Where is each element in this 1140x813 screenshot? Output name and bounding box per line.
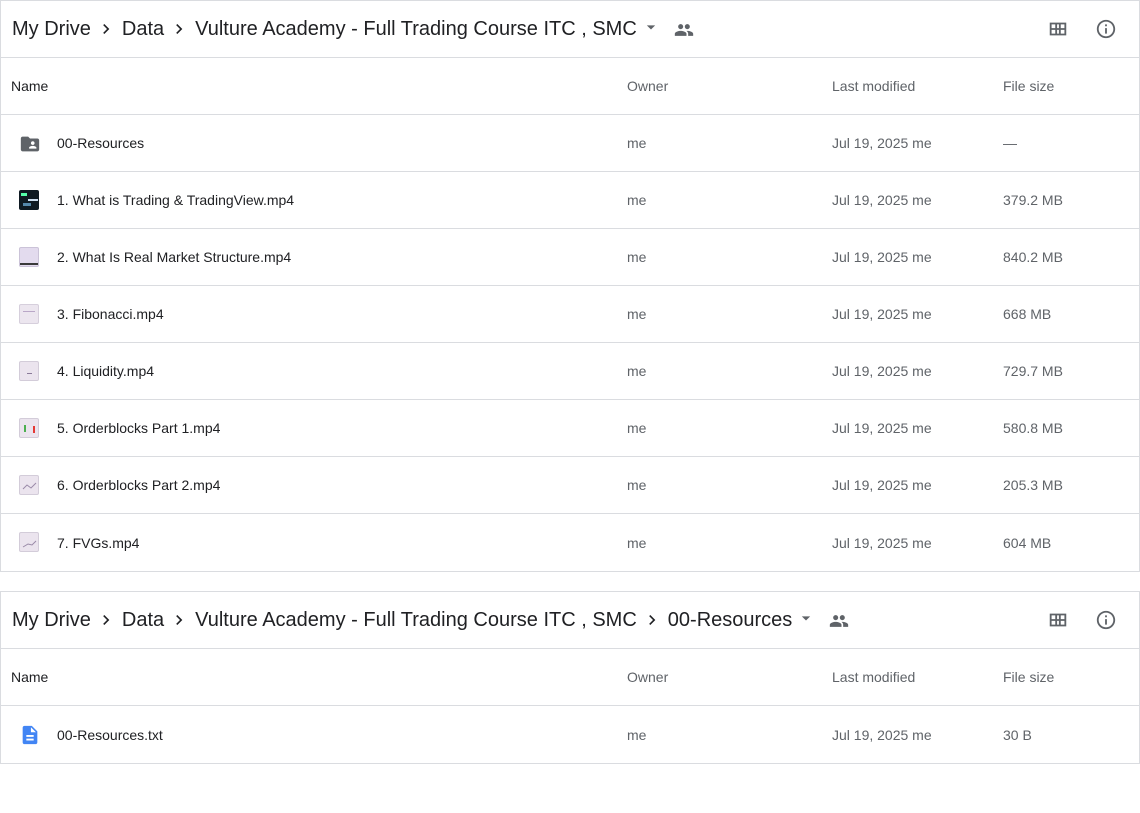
file-size: 30 B bbox=[1003, 726, 1032, 743]
file-modified: Jul 19, 2025 me bbox=[832, 420, 932, 436]
table-row[interactable]: 2. What Is Real Market Structure.mp4 me … bbox=[1, 229, 1139, 286]
grid-view-icon[interactable] bbox=[1047, 17, 1069, 39]
file-owner: me bbox=[627, 306, 647, 322]
file-modified: Jul 19, 2025 me bbox=[832, 726, 932, 743]
file-modified: Jul 19, 2025 me bbox=[832, 477, 932, 493]
dropdown-caret-icon[interactable] bbox=[641, 17, 661, 37]
file-name: 00-Resources.txt bbox=[57, 726, 163, 743]
file-name: 5. Orderblocks Part 1.mp4 bbox=[57, 420, 221, 436]
shared-people-icon[interactable] bbox=[674, 20, 694, 40]
table-row[interactable]: 00-Resources me Jul 19, 2025 me — bbox=[1, 115, 1139, 172]
chevron-right-icon bbox=[169, 19, 189, 39]
breadcrumb-my-drive[interactable]: My Drive bbox=[12, 18, 91, 41]
file-size: 604 MB bbox=[1003, 534, 1052, 551]
table-row[interactable]: 4. Liquidity.mp4 me Jul 19, 2025 me 729.… bbox=[1, 343, 1139, 400]
breadcrumb-current-folder[interactable]: 00-Resources bbox=[668, 609, 793, 632]
table-row[interactable]: 1. What is Trading & TradingView.mp4 me … bbox=[1, 172, 1139, 229]
video-thumbnail bbox=[19, 475, 39, 495]
file-modified: Jul 19, 2025 me bbox=[832, 249, 932, 265]
file-modified: Jul 19, 2025 me bbox=[832, 192, 932, 208]
header-actions bbox=[1047, 608, 1117, 630]
file-modified: Jul 19, 2025 me bbox=[832, 534, 932, 551]
file-owner: me bbox=[627, 363, 647, 379]
breadcrumb-current-folder[interactable]: Vulture Academy - Full Trading Course IT… bbox=[195, 18, 637, 41]
grid-view-icon[interactable] bbox=[1047, 608, 1069, 630]
chevron-right-icon bbox=[96, 610, 116, 630]
text-document-icon bbox=[19, 724, 39, 745]
file-name: 2. What Is Real Market Structure.mp4 bbox=[57, 249, 292, 265]
file-owner: me bbox=[627, 477, 647, 493]
file-owner: me bbox=[627, 726, 647, 743]
file-modified: Jul 19, 2025 me bbox=[832, 135, 932, 151]
info-icon[interactable] bbox=[1095, 608, 1117, 630]
column-header-row: Name Owner Last modified File size bbox=[1, 58, 1139, 115]
file-size: 729.7 MB bbox=[1003, 363, 1063, 379]
file-size: 668 MB bbox=[1003, 306, 1052, 322]
column-header-row: Name Owner Last modified File size bbox=[1, 649, 1139, 706]
breadcrumb: My Drive Data Vulture Academy - Full Tra… bbox=[12, 18, 694, 41]
video-thumbnail bbox=[19, 190, 39, 210]
column-owner[interactable]: Owner bbox=[627, 669, 668, 685]
file-list: 00-Resources.txt me Jul 19, 2025 me 30 B bbox=[1, 706, 1139, 763]
table-row[interactable]: 3. Fibonacci.mp4 me Jul 19, 2025 me 668 … bbox=[1, 286, 1139, 343]
chevron-right-icon bbox=[169, 610, 189, 630]
video-thumbnail bbox=[19, 304, 39, 324]
file-size: 580.8 MB bbox=[1003, 420, 1063, 436]
file-list: 00-Resources me Jul 19, 2025 me — 1. Wha… bbox=[1, 115, 1139, 571]
file-name: 3. Fibonacci.mp4 bbox=[57, 306, 164, 322]
folder-header: My Drive Data Vulture Academy - Full Tra… bbox=[1, 592, 1139, 649]
video-thumbnail bbox=[19, 418, 39, 438]
file-owner: me bbox=[627, 534, 647, 551]
column-name[interactable]: Name bbox=[11, 78, 48, 94]
file-modified: Jul 19, 2025 me bbox=[832, 306, 932, 322]
file-size: 205.3 MB bbox=[1003, 477, 1063, 493]
column-last-modified[interactable]: Last modified bbox=[832, 78, 915, 94]
column-owner[interactable]: Owner bbox=[627, 78, 668, 94]
video-thumbnail bbox=[19, 361, 39, 381]
table-row[interactable]: 6. Orderblocks Part 2.mp4 me Jul 19, 202… bbox=[1, 457, 1139, 514]
video-thumbnail bbox=[19, 532, 39, 552]
column-file-size[interactable]: File size bbox=[1003, 669, 1054, 685]
column-last-modified[interactable]: Last modified bbox=[832, 669, 915, 685]
breadcrumb-data[interactable]: Data bbox=[122, 18, 164, 41]
table-row[interactable]: 7. FVGs.mp4 me Jul 19, 2025 me 604 MB bbox=[1, 514, 1139, 571]
chevron-right-icon bbox=[96, 19, 116, 39]
header-actions bbox=[1047, 17, 1117, 39]
file-modified: Jul 19, 2025 me bbox=[832, 363, 932, 379]
info-icon[interactable] bbox=[1095, 17, 1117, 39]
table-row[interactable]: 5. Orderblocks Part 1.mp4 me Jul 19, 202… bbox=[1, 400, 1139, 457]
shared-folder-icon bbox=[19, 133, 40, 153]
chevron-right-icon bbox=[642, 610, 662, 630]
column-file-size[interactable]: File size bbox=[1003, 78, 1054, 94]
breadcrumb-data[interactable]: Data bbox=[122, 609, 164, 632]
file-name: 4. Liquidity.mp4 bbox=[57, 363, 155, 379]
shared-people-icon[interactable] bbox=[829, 611, 849, 631]
file-size: 840.2 MB bbox=[1003, 249, 1063, 265]
breadcrumb-my-drive[interactable]: My Drive bbox=[12, 609, 91, 632]
file-owner: me bbox=[627, 249, 647, 265]
column-name[interactable]: Name bbox=[11, 669, 48, 685]
file-owner: me bbox=[627, 420, 647, 436]
file-size: — bbox=[1003, 135, 1017, 151]
breadcrumb: My Drive Data Vulture Academy - Full Tra… bbox=[12, 609, 849, 632]
breadcrumb-parent-folder[interactable]: Vulture Academy - Full Trading Course IT… bbox=[195, 609, 637, 632]
file-name: 1. What is Trading & TradingView.mp4 bbox=[57, 192, 295, 208]
file-name: 00-Resources bbox=[57, 135, 145, 151]
dropdown-caret-icon[interactable] bbox=[796, 608, 816, 628]
folder-panel-resources: My Drive Data Vulture Academy - Full Tra… bbox=[0, 591, 1140, 764]
file-owner: me bbox=[627, 192, 647, 208]
video-thumbnail bbox=[19, 247, 39, 267]
file-name: 7. FVGs.mp4 bbox=[57, 534, 140, 551]
file-owner: me bbox=[627, 135, 647, 151]
folder-header: My Drive Data Vulture Academy - Full Tra… bbox=[1, 1, 1139, 58]
table-row[interactable]: 00-Resources.txt me Jul 19, 2025 me 30 B bbox=[1, 706, 1139, 763]
file-size: 379.2 MB bbox=[1003, 192, 1063, 208]
file-name: 6. Orderblocks Part 2.mp4 bbox=[57, 477, 221, 493]
folder-panel-vulture-academy: My Drive Data Vulture Academy - Full Tra… bbox=[0, 0, 1140, 572]
